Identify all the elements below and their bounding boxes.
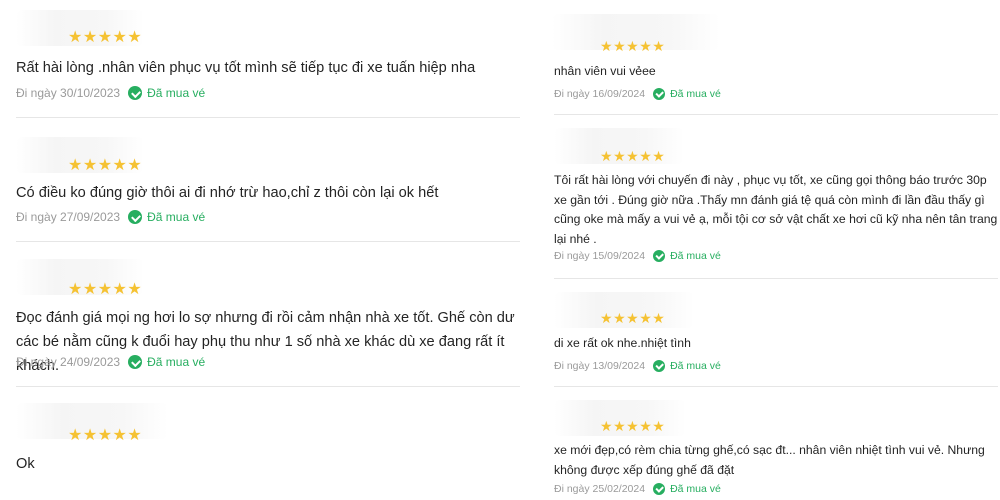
star-rating: ★★★★★: [600, 38, 665, 55]
star-icon: ★: [82, 281, 98, 298]
star-rating: ★★★★★: [68, 425, 142, 445]
star-icon: ★: [613, 148, 627, 164]
verified-label: Đã mua vé: [670, 88, 721, 100]
star-icon: ★: [97, 157, 113, 174]
star-icon: ★: [626, 38, 640, 54]
verified-badge: Đã mua vé: [128, 86, 205, 100]
star-icon: ★: [639, 148, 653, 164]
star-icon: ★: [112, 157, 128, 174]
star-icon: ★: [600, 310, 614, 326]
star-icon: ★: [626, 310, 640, 326]
review-text: nhân viên vui vẻee: [554, 64, 656, 78]
verified-label: Đã mua vé: [147, 86, 206, 100]
verified-badge: Đã mua vé: [128, 210, 205, 224]
verified-badge: Đã mua vé: [128, 355, 205, 369]
star-icon: ★: [626, 418, 640, 434]
verified-label: Đã mua vé: [147, 355, 206, 369]
review-card: ★★★★★ Có điều ko đúng giờ thôi ai đi nhớ…: [16, 117, 520, 242]
check-circle-icon: [128, 86, 143, 100]
review-text: Rất hài lòng .nhân viên phục vụ tốt mình…: [16, 60, 476, 76]
verified-badge: Đã mua vé: [653, 250, 721, 262]
star-icon: ★: [600, 418, 614, 434]
star-icon: ★: [639, 418, 653, 434]
verified-badge: Đã mua vé: [653, 88, 721, 100]
star-rating: ★★★★★: [68, 155, 142, 175]
travel-date: Đi ngày 16/09/2024: [554, 88, 646, 100]
travel-date: Đi ngày 27/09/2023: [16, 210, 121, 224]
star-icon: ★: [652, 310, 666, 326]
star-icon: ★: [652, 418, 666, 434]
travel-date: Đi ngày 25/02/2024: [554, 483, 646, 495]
review-meta: Đi ngày 25/02/2024 Đã mua vé: [554, 483, 721, 495]
travel-date: Đi ngày 15/09/2024: [554, 250, 646, 262]
review-card: ★★★★★ xe mới đẹp,có rèm chia từng ghế,có…: [554, 386, 998, 500]
review-meta: Đi ngày 24/09/2023 Đã mua vé: [16, 355, 205, 369]
review-text: Có điều ko đúng giờ thôi ai đi nhớ trừ h…: [16, 185, 439, 201]
review-text: Ok: [16, 456, 35, 472]
review-meta: Đi ngày 13/09/2024 Đã mua vé: [554, 360, 721, 372]
review-card: ★★★★★ nhân viên vui vẻee Đi ngày 16/09/2…: [552, 0, 998, 115]
star-rating: ★★★★★: [600, 310, 665, 327]
star-icon: ★: [68, 157, 83, 174]
check-circle-icon: [653, 360, 666, 372]
star-icon: ★: [68, 427, 83, 444]
star-icon: ★: [97, 427, 113, 444]
star-icon: ★: [82, 427, 98, 444]
review-card: ★★★★★ Ok: [16, 386, 520, 500]
verified-badge: Đã mua vé: [653, 360, 721, 372]
check-circle-icon: [653, 483, 666, 495]
star-icon: ★: [639, 38, 653, 54]
star-rating: ★★★★★: [68, 279, 142, 299]
review-card: ★★★★★ Đọc đánh giá mọi ng hơi lo sợ nhưn…: [16, 241, 520, 387]
star-icon: ★: [97, 29, 113, 46]
star-icon: ★: [112, 427, 128, 444]
verified-label: Đã mua vé: [147, 210, 206, 224]
star-icon: ★: [652, 148, 666, 164]
verified-badge: Đã mua vé: [653, 483, 721, 495]
star-icon: ★: [639, 310, 653, 326]
review-card: ★★★★★ di xe rất ok nhe.nhiệt tình Đi ngà…: [554, 278, 998, 387]
star-icon: ★: [68, 29, 83, 46]
review-meta: Đi ngày 15/09/2024 Đã mua vé: [554, 250, 721, 262]
star-icon: ★: [600, 148, 614, 164]
star-icon: ★: [127, 281, 143, 298]
verified-label: Đã mua vé: [670, 250, 721, 262]
star-icon: ★: [68, 281, 83, 298]
star-icon: ★: [82, 157, 98, 174]
review-meta: Đi ngày 27/09/2023 Đã mua vé: [16, 210, 205, 224]
star-icon: ★: [626, 148, 640, 164]
star-icon: ★: [613, 310, 627, 326]
travel-date: Đi ngày 24/09/2023: [16, 355, 121, 369]
check-circle-icon: [128, 355, 143, 369]
star-icon: ★: [112, 29, 128, 46]
star-icon: ★: [652, 38, 666, 54]
review-text: di xe rất ok nhe.nhiệt tình: [554, 336, 691, 350]
check-circle-icon: [653, 250, 666, 262]
review-meta: Đi ngày 30/10/2023 Đã mua vé: [16, 86, 205, 100]
star-rating: ★★★★★: [600, 148, 665, 165]
travel-date: Đi ngày 13/09/2024: [554, 360, 646, 372]
star-icon: ★: [112, 281, 128, 298]
review-meta: Đi ngày 16/09/2024 Đã mua vé: [554, 88, 721, 100]
star-icon: ★: [127, 29, 143, 46]
star-rating: ★★★★★: [600, 418, 665, 435]
check-circle-icon: [653, 88, 666, 100]
review-card: ★★★★★ Rất hài lòng .nhân viên phục vụ tố…: [16, 0, 520, 118]
travel-date: Đi ngày 30/10/2023: [16, 86, 121, 100]
star-icon: ★: [82, 29, 98, 46]
check-circle-icon: [128, 210, 143, 224]
review-text: xe mới đẹp,có rèm chia từng ghế,có sạc đ…: [554, 443, 985, 477]
star-rating: ★★★★★: [68, 27, 142, 47]
star-icon: ★: [613, 38, 627, 54]
star-icon: ★: [613, 418, 627, 434]
verified-label: Đã mua vé: [670, 483, 721, 495]
review-card: ★★★★★ Tôi rất hài lòng với chuyến đi này…: [554, 114, 998, 279]
star-icon: ★: [127, 427, 143, 444]
star-icon: ★: [600, 38, 614, 54]
verified-label: Đã mua vé: [670, 360, 721, 372]
star-icon: ★: [127, 157, 143, 174]
star-icon: ★: [97, 281, 113, 298]
review-text: Tôi rất hài lòng với chuyến đi này , phụ…: [554, 173, 998, 246]
